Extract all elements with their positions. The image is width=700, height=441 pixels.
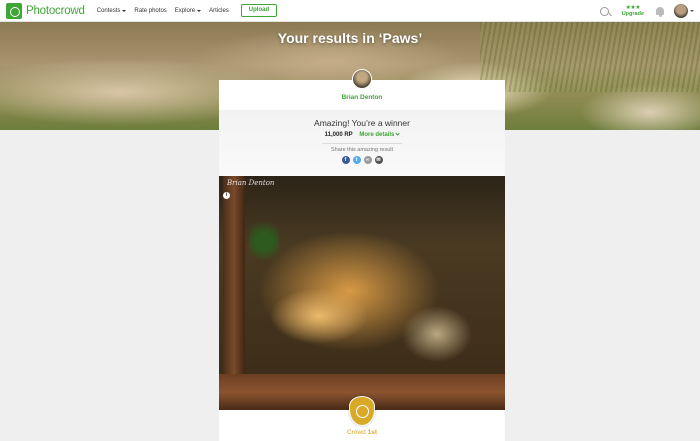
main-menu: Contests Rate photos Explore Articles Up… (97, 4, 278, 17)
menu-item-rate-photos[interactable]: Rate photos (134, 4, 166, 17)
photo-watermark: Brian Denton (227, 179, 275, 187)
divider (322, 143, 402, 144)
result-card: Brian Denton Amazing! You’re a winner 11… (219, 69, 505, 441)
photocrowd-logo-icon (6, 2, 22, 19)
nav-right: ★★★ Upgrade (599, 0, 694, 22)
link-icon[interactable]: ∞ (363, 156, 372, 164)
photo-foliage (249, 216, 279, 266)
menu-item-articles[interactable]: Articles (209, 4, 229, 17)
search-icon[interactable] (599, 6, 609, 16)
more-details-link[interactable]: More details (359, 131, 400, 138)
menu-item-contests[interactable]: Contests (97, 4, 127, 17)
share-buttons: f t ∞ ✉ (219, 156, 505, 164)
crowd-winner-badge-icon (349, 396, 375, 426)
rp-line: 11,000 RP More details (219, 131, 505, 138)
logo-text: Photocrowd (26, 4, 85, 17)
top-nav: Photocrowd Contests Rate photos Explore … (0, 0, 700, 22)
upgrade-button[interactable]: ★★★ Upgrade (622, 5, 644, 17)
result-summary: Amazing! You’re a winner 11,000 RP More … (219, 110, 505, 176)
result-card-header: Brian Denton (219, 69, 505, 110)
crowd-rank: 1st (367, 429, 377, 436)
share-label: Share this amazing result (330, 147, 394, 153)
page-title: Your results in ‘Paws’ (277, 30, 423, 46)
rp-value: 11,000 RP (324, 132, 353, 138)
photographer-name[interactable]: Brian Denton (219, 94, 505, 101)
caret-down-icon (122, 9, 127, 12)
upgrade-label: Upgrade (621, 11, 644, 17)
winning-photo[interactable]: Brian Denton i (219, 176, 505, 410)
chevron-down-icon (395, 131, 400, 136)
upload-button[interactable]: Upload (240, 4, 278, 17)
email-icon[interactable]: ✉ (374, 156, 383, 164)
caret-down-icon (197, 9, 202, 12)
menu-item-explore[interactable]: Explore (175, 4, 202, 17)
photographer-avatar[interactable] (352, 69, 372, 89)
account-caret-down-icon[interactable] (690, 10, 694, 12)
notifications-bell-icon[interactable] (656, 7, 664, 17)
user-avatar[interactable] (674, 4, 688, 18)
crowd-placement: Crowd 1st (219, 429, 505, 436)
twitter-icon[interactable]: t (352, 156, 361, 164)
info-icon[interactable]: i (223, 192, 230, 199)
crowd-label: Crowd (346, 429, 366, 436)
facebook-icon[interactable]: f (341, 156, 350, 164)
winner-headline: Amazing! You’re a winner (314, 118, 410, 128)
logo[interactable]: Photocrowd (6, 2, 85, 19)
